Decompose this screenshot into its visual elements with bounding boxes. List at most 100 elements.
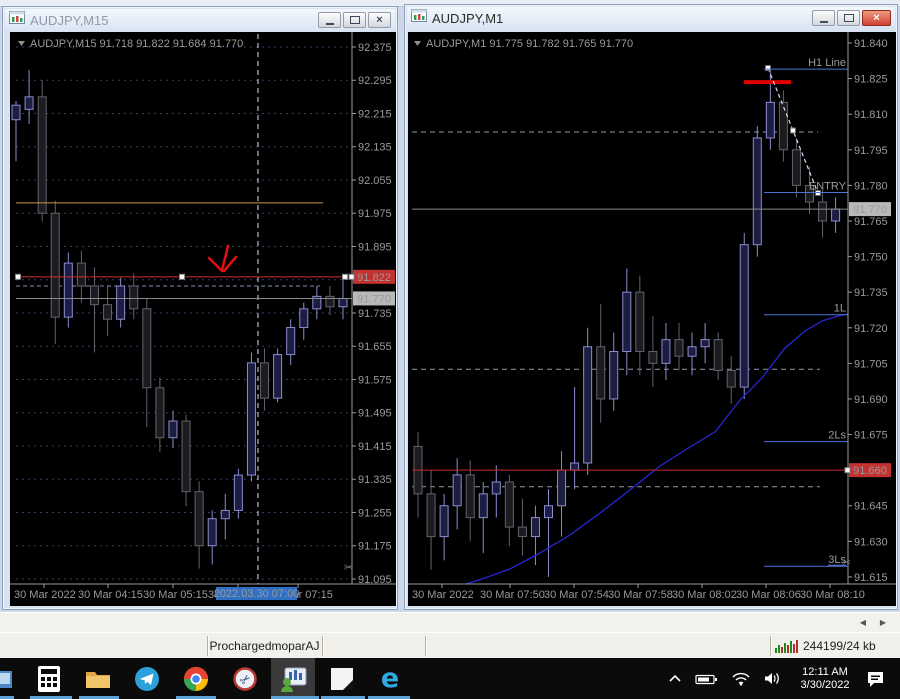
candle-body [687,346,697,357]
price-tick-label: 92.135 [358,142,392,154]
account-name[interactable]: ProchargedmoparAJ [207,633,322,659]
time-tick-label: 30 Mar 07:54 [544,589,609,601]
connection-status[interactable]: 244199/24 kb [775,633,876,659]
battery-icon[interactable] [694,672,719,686]
restore-button[interactable] [837,10,860,26]
taskbar-app-metatrader[interactable] [271,658,315,699]
candle-body [530,517,540,538]
clock-date: 3/30/2022 [800,678,850,691]
candle-body [596,346,606,400]
chart-m1[interactable]: 91.84091.82591.81091.79591.78091.76591.7… [408,32,896,606]
taskbar-clock[interactable]: 12:11 AM 3/30/2022 [794,666,856,692]
close-icon: × [873,11,880,24]
tray-chevron-up-icon[interactable] [668,673,682,685]
chart-window-audjpy-m1: AUDJPY,M1 × 91.840 91.825 91.810 91.795 91.7… [404,4,898,610]
taskbar-app-chrome[interactable] [174,658,218,699]
close-icon: × [376,13,383,26]
time-tick-label: 30 Mar 08:02 [672,589,737,601]
candle-body [791,149,801,186]
candle-body [478,493,488,519]
minimize-icon [819,20,828,23]
line-handle [342,273,348,280]
candle-body [726,369,736,388]
restore-icon [843,14,854,22]
candle-body [491,481,501,495]
price-tick-label: 91.735 [358,308,392,320]
price-tick-label: 92.055 [358,175,392,187]
window-title: AUDJPY,M15 [30,12,109,28]
candle-body [439,505,449,538]
partial-app-icon [0,670,12,688]
taskbar-app-file-explorer[interactable] [76,658,120,699]
close-button[interactable]: × [862,10,891,26]
taskbar-app-calculator[interactable] [27,658,71,699]
candle-body [24,96,34,110]
taskbar: ✂ e 12:11 AM 3/30/2022 3 [0,658,900,699]
edge-icon: e [381,665,399,693]
chart-corner-glyph: ✂ [842,556,851,569]
candle-body [713,339,723,371]
candle-body [517,526,527,538]
candle-body [155,387,165,439]
trendline-handle [790,127,796,134]
candle-body [544,505,553,519]
candle-body [233,474,243,511]
action-center-icon[interactable] [866,670,886,688]
scroll-strip: ◀ ▶ [0,612,900,634]
candle-body [583,346,593,464]
price-tick-label: 91.750 [854,252,888,264]
snipping-tool-icon: ✂ [233,666,257,691]
price-tick-label: 91.895 [358,241,392,253]
time-tick-label: 30 Mar 04:15 [78,589,143,601]
taskbar-app-telegram[interactable] [125,658,169,699]
taskbar-app-notes[interactable] [320,658,364,699]
annotation-label: H1 Line [808,57,846,69]
price-tick-label: 91.825 [854,74,888,86]
traffic-label: 244199/24 kb [803,639,876,653]
window-titlebar[interactable]: AUDJPY,M1 × [407,7,895,29]
candle-body [648,350,658,364]
close-button[interactable]: × [368,12,391,28]
candle-body [818,201,828,222]
candle-body [504,481,514,528]
price-tick-label: 91.630 [854,536,888,548]
svg-text:e: e [381,665,399,693]
window-titlebar[interactable]: AUDJPY,M15 × [5,9,395,31]
candle-body [325,295,335,308]
price-tick-label: 91.735 [854,287,888,299]
wifi-icon[interactable] [731,671,751,686]
clock-time: 12:11 AM [802,665,848,678]
minimize-button[interactable] [318,12,341,28]
chart-m15[interactable]: 92.375 92.295 92.215 92.135 92.055 91.975 91.8… [10,32,396,606]
ohlc-label: AUDJPY,M1 91.775 91.782 91.765 91.770 [426,38,633,50]
scroll-right-icon: ▶ [879,618,887,627]
trendline-handle [765,65,771,71]
price-tick-label: 91.675 [854,430,888,442]
price-tick-label: 91.780 [854,180,888,192]
taskbar-app-edge[interactable]: e [368,658,412,699]
status-separator [425,636,426,656]
volume-icon[interactable] [763,671,784,686]
candle-body [635,291,645,352]
time-tick-label: 30 Mar 07:50 [480,589,545,601]
candle-body [452,474,462,507]
candle-body [570,462,580,471]
candle-body [103,304,113,320]
svg-text:91.770: 91.770 [853,204,887,216]
notes-icon [331,667,353,690]
chart-window-audjpy-m15: AUDJPY,M15 × 92.375 92.295 92.215 92.135 92.… [2,6,398,610]
calculator-icon [38,665,60,692]
chart-window-icon [411,9,427,27]
scroll-left-button[interactable]: ◀ [855,616,871,629]
candle-body [207,518,217,547]
connection-bars-icon [775,639,798,653]
minimize-button[interactable] [812,10,835,26]
restore-button[interactable] [343,12,366,28]
annotation-label: ENTRY [809,180,847,192]
price-tick-label: 91.720 [854,323,888,335]
scroll-right-button[interactable]: ▶ [875,616,891,629]
svg-text:91.660: 91.660 [853,465,887,477]
taskbar-app-snipping-tool[interactable]: ✂ [223,658,267,699]
taskbar-app-partial[interactable] [0,658,22,699]
price-tick-label: 91.765 [854,216,888,228]
